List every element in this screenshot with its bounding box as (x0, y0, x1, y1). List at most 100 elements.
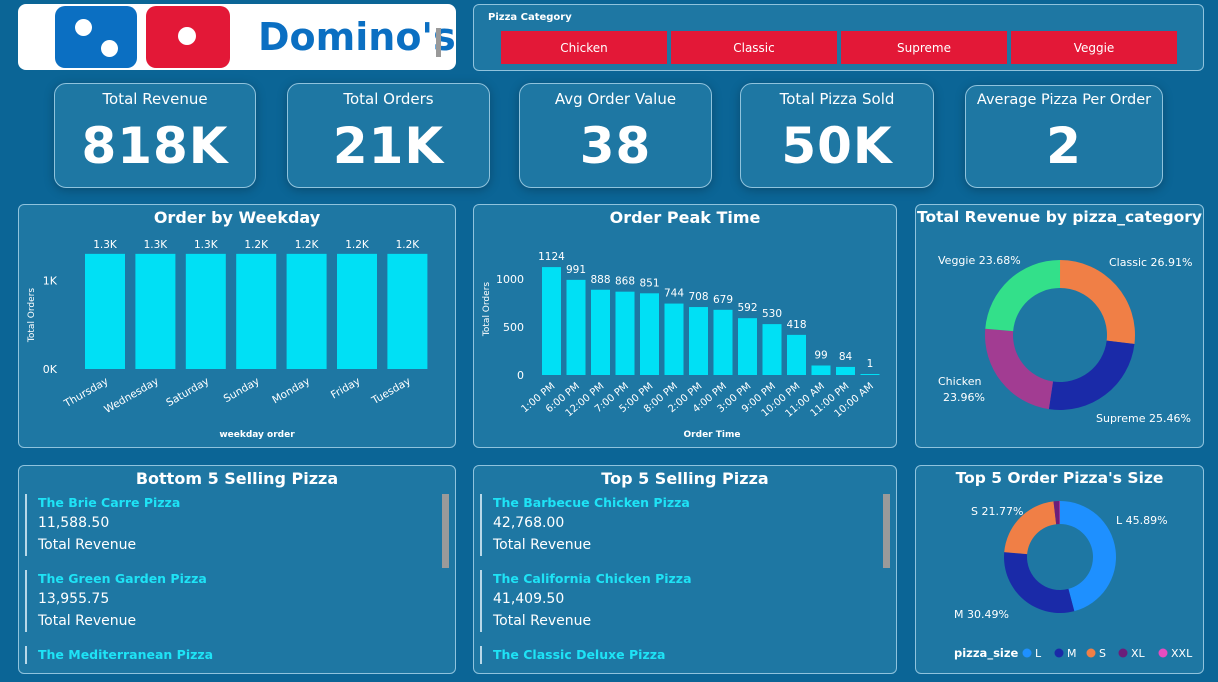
x-tick-label: Sunday (222, 375, 262, 405)
weekday-chart: Total Orders weekday order 0K1K1.3KThurs… (27, 239, 428, 440)
y-axis-title: Total Orders (27, 288, 37, 343)
pizza-name: The Brie Carre Pizza (38, 495, 181, 510)
y-tick-label: 500 (503, 321, 524, 334)
bar (591, 289, 610, 375)
data-label: 418 (786, 319, 806, 331)
bottom5-list: The Brie Carre Pizza 11,588.50 Total Rev… (25, 494, 437, 669)
kpi-title: Avg Order Value (554, 90, 677, 108)
data-label: 1124 (538, 251, 565, 263)
bar (615, 291, 635, 375)
data-label: 1.2K (345, 239, 370, 251)
revenue-value: 13,955.75 (38, 591, 110, 607)
domino-tile-red (146, 6, 230, 68)
order-by-weekday-panel: Order by Weekday Total Orders weekday or… (18, 204, 456, 448)
slice-label: Chicken (938, 375, 982, 388)
revenue-label: Total Revenue (493, 537, 592, 553)
pizza-size-panel: Top 5 Order Pizza's Size L 45.89% M 30.49… (915, 465, 1204, 674)
slice-label: Supreme 25.46% (1096, 412, 1191, 425)
data-label: 744 (664, 288, 684, 300)
revenue-label: Total Revenue (38, 613, 137, 629)
dominos-logo: Domino's (18, 4, 456, 70)
bar (640, 293, 659, 375)
bar (135, 253, 176, 369)
panel-title: Bottom 5 Selling Pizza (135, 469, 339, 488)
slicer-option-chicken[interactable]: Chicken (501, 31, 667, 64)
bar (860, 374, 880, 375)
legend-label: XXL (1171, 647, 1193, 660)
revenue-label: Total Revenue (38, 537, 137, 553)
kpi-total-revenue: Total Revenue 818K (54, 83, 256, 188)
top5-list: The Barbecue Chicken Pizza 42,768.00 Tot… (480, 494, 878, 669)
slicer-option-classic[interactable]: Classic (671, 31, 837, 64)
category-donut: Classic 26.91% Supreme 25.46% Chicken 23.96… (938, 254, 1192, 425)
donut-slice-classic (1060, 260, 1135, 344)
pizza-name: The Green Garden Pizza (38, 571, 207, 586)
x-tick-label: Saturday (164, 375, 211, 409)
legend-title: pizza_size (954, 646, 1019, 661)
data-label: 991 (566, 264, 586, 276)
top5-panel: Top 5 Selling Pizza The Barbecue Chicken… (473, 465, 897, 674)
y-tick-label: 0K (43, 363, 58, 376)
donut-slice-m (1004, 552, 1075, 613)
x-tick-label: Monday (270, 375, 312, 406)
data-label: 99 (814, 349, 827, 361)
bottom5-panel: Bottom 5 Selling Pizza The Brie Carre Pi… (18, 465, 456, 674)
slice-label: L 45.89% (1116, 514, 1168, 527)
revenue-by-category-panel: Total Revenue by pizza_category Classic … (915, 204, 1204, 448)
slicer-option-veggie[interactable]: Veggie (1011, 31, 1177, 64)
y-tick-label: 1000 (496, 273, 524, 286)
text-cursor (436, 28, 441, 57)
x-tick-label: Wednesday (102, 375, 161, 416)
x-tick-label: Friday (329, 375, 363, 401)
size-donut: L 45.89% M 30.49% S 21.77% pizza_size L M S XL X… (954, 501, 1193, 661)
kpi-avg-order-value: Avg Order Value 38 (519, 83, 712, 188)
revenue-label: Total Revenue (493, 613, 592, 629)
peak-time-chart: Total Orders Order Time 0500100011241:00… (482, 251, 880, 440)
slice-label: Classic 26.91% (1109, 256, 1192, 269)
revenue-value: 42,768.00 (493, 515, 565, 531)
kpi-total-orders: Total Orders 21K (287, 83, 490, 188)
slicer-option-supreme[interactable]: Supreme (841, 31, 1007, 64)
scrollbar[interactable] (442, 494, 449, 568)
kpi-value: 21K (332, 117, 445, 175)
data-label: 708 (688, 291, 708, 303)
revenue-value: 11,588.50 (38, 515, 110, 531)
data-label: 1 (867, 358, 874, 370)
kpi-value: 818K (81, 117, 229, 175)
pizza-name: The California Chicken Pizza (493, 571, 692, 586)
data-label: 1.2K (295, 239, 320, 251)
bar (337, 253, 377, 369)
slice-label: 23.96% (943, 391, 985, 404)
pizza-category-slicer: Pizza Category Chicken Classic Supreme V… (473, 4, 1204, 71)
donut-slice-supreme (1048, 340, 1135, 410)
legend-label: L (1035, 647, 1042, 660)
scrollbar[interactable] (883, 494, 890, 568)
legend-marker-xl (1118, 648, 1128, 658)
slice-label: M 30.49% (954, 608, 1009, 621)
bar (286, 253, 327, 369)
data-label: 84 (839, 351, 853, 363)
bar (738, 318, 757, 375)
kpi-value: 2 (1046, 117, 1082, 175)
legend-label: M (1067, 647, 1077, 660)
data-label: 1.2K (244, 239, 269, 251)
legend-marker-m (1054, 648, 1064, 658)
revenue-value: 41,409.50 (493, 591, 565, 607)
kpi-title: Average Pizza Per Order (976, 92, 1152, 108)
legend-label: S (1099, 647, 1106, 660)
bar (566, 279, 586, 375)
pizza-name: The Barbecue Chicken Pizza (493, 495, 690, 510)
kpi-value: 38 (579, 117, 652, 175)
data-label: 888 (590, 274, 610, 286)
data-label: 1.3K (194, 239, 219, 251)
bar (762, 324, 782, 375)
data-label: 1.3K (144, 239, 169, 251)
slice-label: Veggie 23.68% (938, 254, 1021, 267)
data-label: 1.3K (93, 239, 118, 251)
x-axis-title: Order Time (684, 430, 741, 440)
x-tick-label: Tuesday (369, 375, 413, 407)
slice-label: S 21.77% (971, 505, 1023, 518)
panel-title: Top 5 Selling Pizza (601, 469, 769, 488)
bar (236, 253, 277, 369)
donut-slice-chicken (985, 328, 1054, 410)
